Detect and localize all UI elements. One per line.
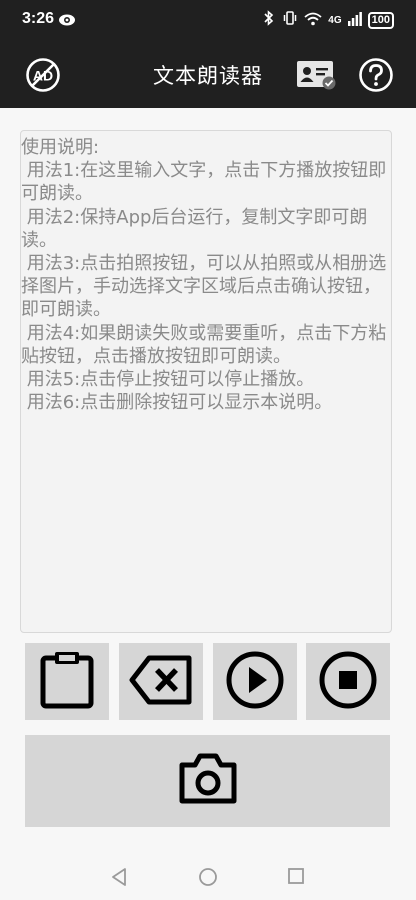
play-icon <box>225 650 285 714</box>
text-input-area[interactable]: 使用说明: 用法1:在这里输入文字，点击下方播放按钮即可朗读。 用法2:保持Ap… <box>20 130 392 633</box>
camera-icon <box>178 753 238 809</box>
instruction-line: 用法4:如果朗读失败或需要重听，点击下方粘贴按钮，点击播放按钮即可朗读。 <box>21 322 387 367</box>
instruction-line: 用法5:点击停止按钮可以停止播放。 <box>21 369 315 391</box>
instruction-line: 用法6:点击删除按钮可以显示本说明。 <box>21 392 333 414</box>
eye-icon <box>58 12 76 31</box>
paste-icon <box>39 650 95 714</box>
top-bar: 3:26 4G 100 文本朗读器 <box>0 0 416 108</box>
system-nav-bar <box>0 855 416 900</box>
battery-indicator: 100 <box>367 11 394 29</box>
home-icon[interactable] <box>198 867 218 891</box>
stop-icon <box>318 650 378 714</box>
instruction-line: 用法3:点击拍照按钮，可以从拍照或从相册选择图片，手动选择文字区域后点击确认按钮… <box>21 253 387 321</box>
status-time: 3:26 <box>22 10 55 27</box>
back-icon[interactable] <box>110 867 128 891</box>
wifi-icon <box>304 11 322 30</box>
vibrate-icon <box>282 10 298 30</box>
instruction-line: 用法2:保持App后台运行，复制文字即可朗读。 <box>21 206 368 251</box>
status-icons: 4G 100 <box>262 10 394 30</box>
signal-icon <box>347 11 362 30</box>
instruction-line: 用法1:在这里输入文字，点击下方播放按钮即可朗读。 <box>21 160 387 205</box>
camera-button[interactable] <box>25 735 390 827</box>
backspace-button[interactable] <box>119 643 203 720</box>
id-card-icon[interactable] <box>296 60 336 94</box>
instruction-line: 使用说明: <box>21 137 100 158</box>
stop-button[interactable] <box>306 643 390 720</box>
backspace-icon <box>129 655 193 709</box>
recents-icon[interactable] <box>287 867 305 889</box>
network-type: 4G <box>328 14 342 26</box>
help-icon[interactable] <box>358 57 394 97</box>
bluetooth-battery-icon <box>262 10 276 30</box>
paste-button[interactable] <box>25 643 109 720</box>
app-title: 文本朗读器 <box>153 64 263 88</box>
play-button[interactable] <box>213 643 297 720</box>
status-bar: 3:26 4G 100 <box>0 0 416 38</box>
